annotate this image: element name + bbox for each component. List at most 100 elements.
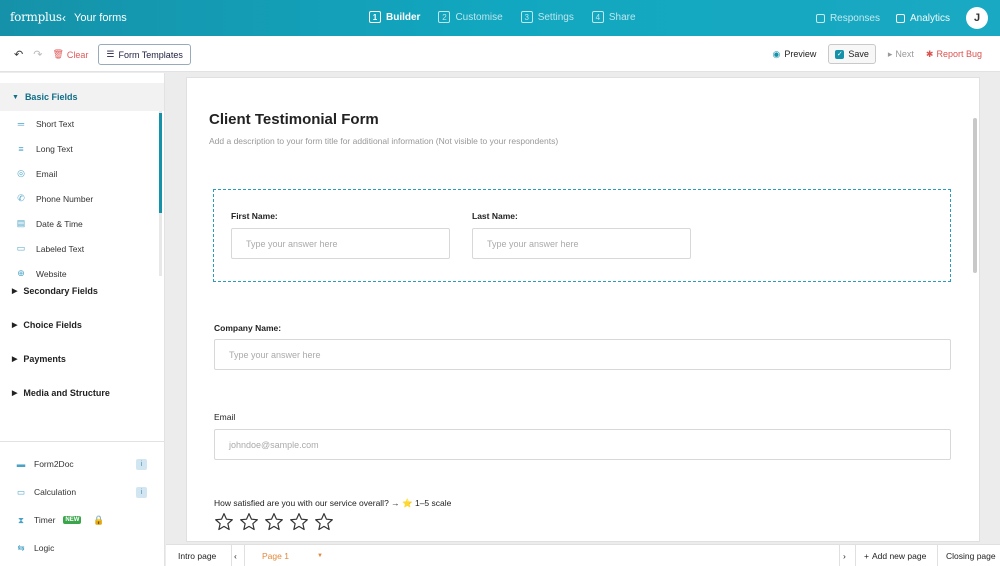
first-name-input[interactable]: Type your answer here bbox=[231, 228, 450, 259]
calculation-item[interactable]: ▭ Calculation i bbox=[0, 478, 165, 506]
field-label: Long Text bbox=[36, 143, 73, 154]
globe-icon: ⊕ bbox=[17, 268, 25, 278]
payments-toggle[interactable]: ▶ Payments bbox=[0, 345, 164, 373]
last-name-input[interactable]: Type your answer here bbox=[472, 228, 691, 259]
basic-fields-list: ═ Short Text ≡ Long Text ◎ Email ✆ Phone… bbox=[0, 111, 164, 279]
add-page-label: Add new page bbox=[871, 551, 927, 561]
caret-right-icon: ▶ bbox=[12, 288, 18, 295]
analytics-link[interactable]: Analytics bbox=[895, 12, 950, 24]
form2doc-item[interactable]: ▬ Form2Doc i bbox=[0, 450, 165, 478]
step-label: Builder bbox=[386, 11, 421, 23]
caret-right-icon: ▶ bbox=[12, 322, 18, 329]
hourglass-icon: ⧗ bbox=[18, 514, 24, 525]
star-rating[interactable] bbox=[214, 512, 334, 532]
timer-item[interactable]: ⧗ Timer NEW 🔒 bbox=[0, 506, 165, 534]
analytics-label: Analytics bbox=[909, 12, 950, 24]
preview-button[interactable]: ◉ Preview bbox=[772, 49, 816, 60]
fields-scrollbar-thumb[interactable] bbox=[159, 113, 162, 213]
choice-fields-toggle[interactable]: ▶ Choice Fields bbox=[0, 311, 164, 339]
field-long-text[interactable]: ≡ Long Text bbox=[0, 136, 164, 161]
redo-icon[interactable]: ↷ bbox=[33, 48, 42, 61]
save-button[interactable]: ✓ Save bbox=[828, 44, 876, 64]
step-label: Settings bbox=[537, 11, 574, 23]
star-icon[interactable] bbox=[289, 512, 309, 532]
media-structure-toggle[interactable]: ▶ Media and Structure bbox=[0, 379, 164, 407]
report-bug-button[interactable]: ✱ Report Bug bbox=[926, 49, 982, 60]
report-bug-label: Report Bug bbox=[936, 49, 982, 59]
analytics-icon bbox=[895, 13, 905, 23]
form-description[interactable]: Add a description to your form title for… bbox=[209, 136, 558, 146]
first-name-label: First Name: bbox=[231, 211, 278, 221]
play-icon: ▸ bbox=[887, 48, 893, 59]
step-number: 3 bbox=[520, 11, 533, 23]
star-icon[interactable] bbox=[264, 512, 284, 532]
intro-page-tab[interactable]: Intro page bbox=[178, 545, 216, 566]
field-email[interactable]: ◎ Email bbox=[0, 161, 164, 186]
builder-toolbar: ↶ ↷ 🗑 Clear ☰ Form Templates ◉ Preview ✓… bbox=[0, 36, 1000, 72]
step-number: 4 bbox=[591, 11, 604, 23]
clear-button[interactable]: 🗑 Clear bbox=[52, 49, 88, 60]
divider bbox=[244, 545, 245, 566]
next-button[interactable]: ▸ Next bbox=[888, 49, 914, 60]
closing-page-tab[interactable]: Closing page bbox=[946, 545, 996, 566]
star-icon[interactable] bbox=[314, 512, 334, 532]
step-customise[interactable]: 2 Customise bbox=[438, 11, 503, 23]
calculator-icon: ▭ bbox=[16, 486, 26, 497]
last-name-label: Last Name: bbox=[472, 211, 518, 221]
chevron-left-icon[interactable]: ‹ bbox=[234, 545, 237, 566]
page-1-tab[interactable]: Page 1 ▼ bbox=[262, 545, 323, 566]
logic-item[interactable]: ⇆ Logic bbox=[0, 534, 165, 562]
form-templates-label: Form Templates bbox=[118, 49, 183, 60]
email-icon: ◎ bbox=[17, 168, 25, 178]
step-builder[interactable]: 1 Builder bbox=[369, 11, 420, 23]
field-label: Phone Number bbox=[36, 193, 94, 204]
divider bbox=[855, 545, 856, 566]
form-title[interactable]: Client Testimonial Form bbox=[209, 111, 379, 128]
section-label: Payments bbox=[23, 354, 66, 364]
field-website[interactable]: ⊕ Website bbox=[0, 261, 164, 286]
undo-icon[interactable]: ↶ bbox=[14, 48, 23, 61]
top-bar: formplus ‹ Your forms 1 Builder 2 Custom… bbox=[0, 0, 1000, 36]
form-templates-button[interactable]: ☰ Form Templates bbox=[98, 44, 191, 65]
bug-icon: ✱ bbox=[925, 48, 934, 59]
info-icon[interactable]: i bbox=[136, 458, 147, 470]
field-phone-number[interactable]: ✆ Phone Number bbox=[0, 186, 164, 211]
section-label: Media and Structure bbox=[23, 388, 110, 398]
eye-icon: ◉ bbox=[772, 48, 781, 59]
step-settings[interactable]: 3 Settings bbox=[520, 11, 574, 23]
formplus-logo[interactable]: formplus bbox=[10, 10, 62, 24]
add-new-page-button[interactable]: + Add new page bbox=[864, 545, 926, 566]
page-label: Page 1 bbox=[262, 551, 289, 561]
long-text-icon: ≡ bbox=[18, 143, 24, 154]
preview-label: Preview bbox=[784, 49, 817, 59]
email-input[interactable]: johndoe@sample.com bbox=[214, 429, 951, 460]
basic-fields-toggle[interactable]: ▼ Basic Fields bbox=[0, 83, 164, 111]
back-to-forms-link[interactable]: ‹ Your forms bbox=[62, 11, 127, 25]
star-icon[interactable] bbox=[214, 512, 234, 532]
step-share[interactable]: 4 Share bbox=[591, 11, 636, 23]
user-avatar[interactable]: J bbox=[966, 7, 988, 29]
canvas-scrollbar[interactable] bbox=[973, 118, 977, 273]
section-label: Secondary Fields bbox=[23, 286, 98, 296]
form-card: Client Testimonial Form Add a descriptio… bbox=[186, 77, 980, 542]
field-date-time[interactable]: ▤ Date & Time bbox=[0, 211, 164, 236]
name-field-block[interactable]: First Name: Type your answer here Last N… bbox=[213, 189, 951, 282]
logic-label: Logic bbox=[34, 543, 55, 553]
rating-question: How satisfied are you with our service o… bbox=[214, 498, 452, 508]
field-labeled-text[interactable]: ▭ Labeled Text bbox=[0, 236, 164, 261]
responses-link[interactable]: Responses bbox=[815, 13, 880, 24]
field-short-text[interactable]: ═ Short Text bbox=[0, 111, 164, 136]
email-label: Email bbox=[214, 412, 236, 422]
caret-down-icon: ▼ bbox=[316, 553, 323, 559]
form2doc-label: Form2Doc bbox=[34, 459, 74, 469]
divider bbox=[937, 545, 938, 566]
info-icon[interactable]: i bbox=[136, 486, 147, 498]
document-icon: ▬ bbox=[16, 459, 26, 469]
checkbox-icon: ✓ bbox=[835, 49, 845, 59]
chevron-right-icon[interactable]: › bbox=[843, 545, 846, 566]
next-label: Next bbox=[895, 49, 914, 59]
pages-bar: Intro page ‹ Page 1 ▼ › + Add new page C… bbox=[166, 544, 1000, 566]
star-icon[interactable] bbox=[239, 512, 259, 532]
company-name-input[interactable]: Type your answer here bbox=[214, 339, 951, 370]
caret-down-icon: ▼ bbox=[12, 93, 19, 101]
